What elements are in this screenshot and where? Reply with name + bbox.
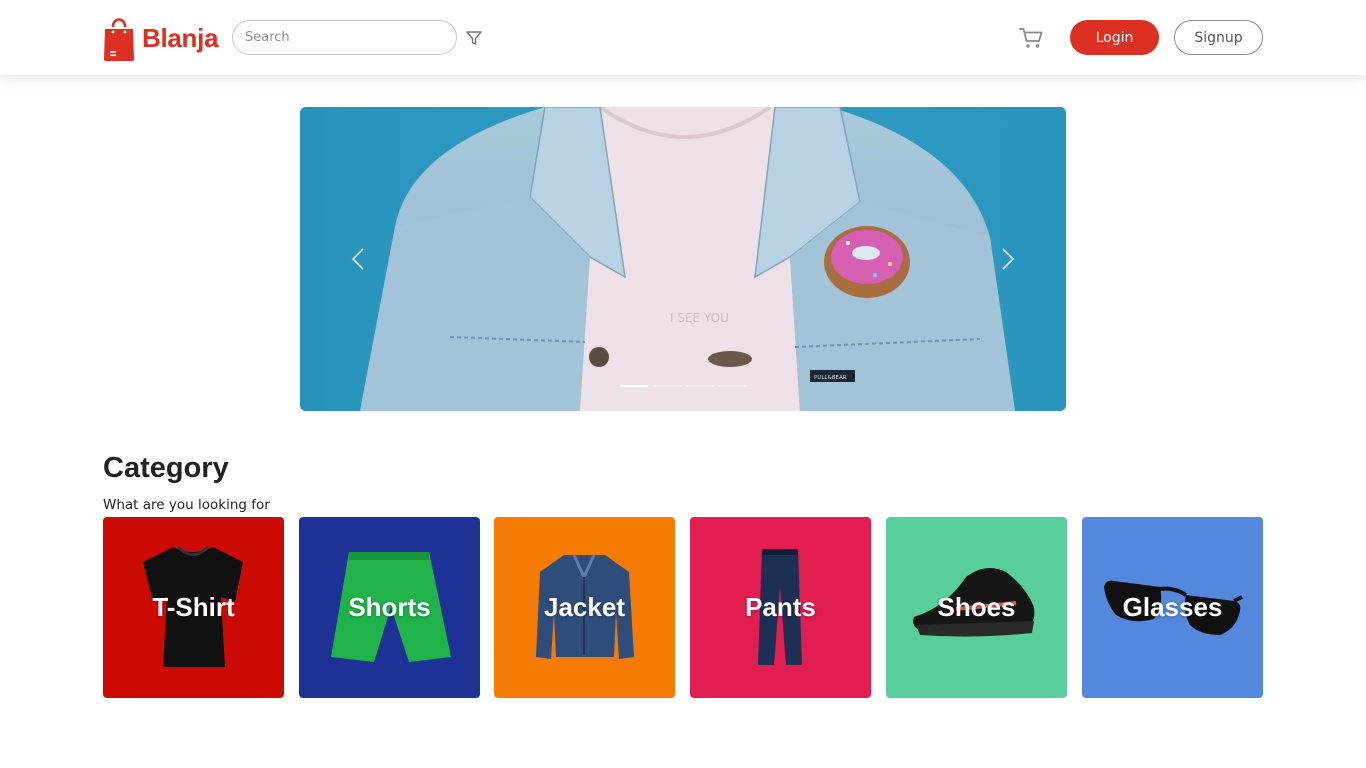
category-card-shorts[interactable]: Shorts bbox=[299, 517, 480, 698]
carousel-indicators bbox=[620, 385, 747, 387]
category-grid: T-Shirt Shorts Jacket Pants Shoes Glasse… bbox=[103, 517, 1263, 698]
search-box bbox=[232, 20, 457, 55]
search-input[interactable] bbox=[232, 20, 457, 55]
category-card-shoes[interactable]: Shoes bbox=[886, 517, 1067, 698]
category-label: Shorts bbox=[348, 592, 431, 622]
category-subtitle: What are you looking for bbox=[103, 497, 270, 513]
jacket-tag-text: PULL&BEAR bbox=[814, 375, 847, 381]
carousel-indicator-1[interactable] bbox=[620, 385, 648, 387]
shopping-bag-logo-icon bbox=[104, 18, 134, 61]
carousel-next-icon[interactable] bbox=[990, 241, 1026, 277]
carousel-indicator-2[interactable] bbox=[653, 385, 681, 387]
carousel-indicator-4[interactable] bbox=[719, 385, 747, 387]
category-title: Category bbox=[103, 452, 229, 484]
filter-icon[interactable] bbox=[465, 29, 483, 47]
category-label: Glasses bbox=[1122, 592, 1223, 622]
category-label: Jacket bbox=[544, 592, 625, 622]
category-label: Pants bbox=[745, 592, 816, 622]
brand[interactable]: Blanja bbox=[103, 15, 219, 61]
category-card-jacket[interactable]: Jacket bbox=[494, 517, 675, 698]
shirt-print-text: I SEE YOU bbox=[670, 311, 729, 325]
category-card-tshirt[interactable]: T-Shirt bbox=[103, 517, 284, 698]
login-button[interactable]: Login bbox=[1070, 20, 1159, 55]
signup-button[interactable]: Signup bbox=[1174, 20, 1263, 55]
carousel-indicator-3[interactable] bbox=[686, 385, 714, 387]
category-card-glasses[interactable]: Glasses bbox=[1082, 517, 1263, 698]
navbar: Blanja Login Signup bbox=[0, 0, 1366, 75]
brand-name: Blanja bbox=[142, 22, 219, 53]
category-label: Shoes bbox=[937, 592, 1016, 622]
hero-carousel: I SEE YOU PULL&BEAR bbox=[300, 107, 1066, 411]
hero-slide-image: I SEE YOU PULL&BEAR bbox=[300, 107, 1066, 411]
category-label: T-Shirt bbox=[152, 592, 235, 622]
cart-icon[interactable] bbox=[1019, 27, 1043, 49]
carousel-prev-icon[interactable] bbox=[340, 241, 376, 277]
category-card-pants[interactable]: Pants bbox=[690, 517, 871, 698]
